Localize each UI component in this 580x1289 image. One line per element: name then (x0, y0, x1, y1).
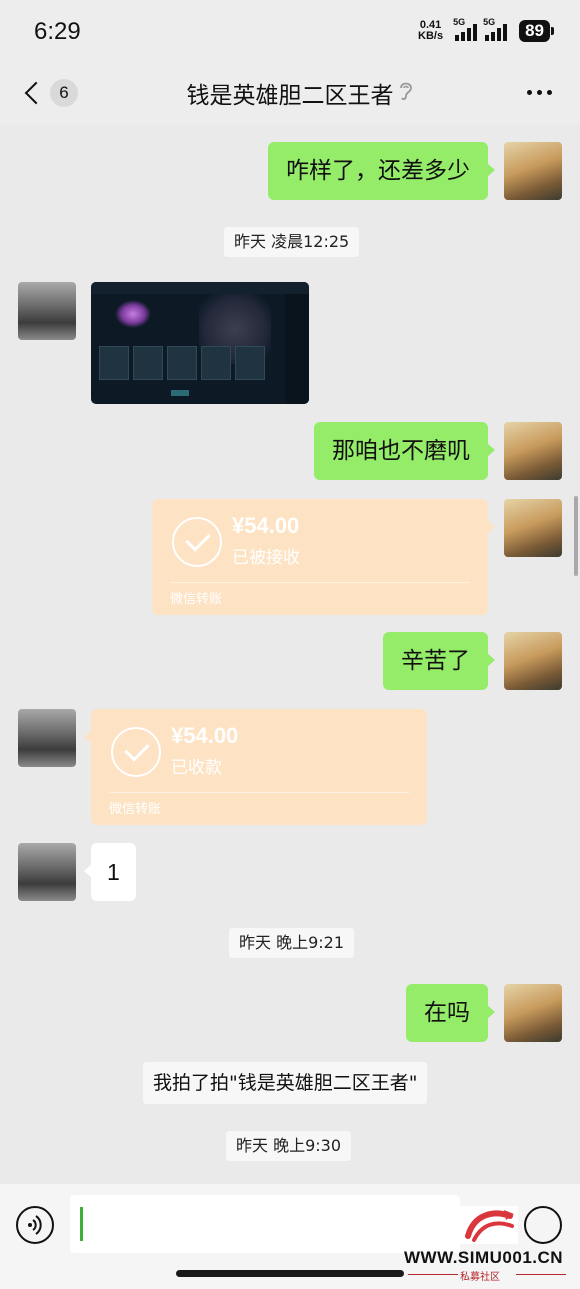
contact-avatar[interactable] (18, 843, 76, 901)
nav-bar: 6 钱是英雄胆二区王者 (0, 62, 580, 124)
system-message: 我拍了拍"钱是英雄胆二区王者" (143, 1062, 428, 1104)
more-options-button[interactable] (527, 90, 552, 95)
network-speed: 0.41 KB/s (418, 19, 444, 42)
transfer-label: 微信转账 (170, 592, 223, 607)
status-indicators: 0.41 KB/s 5G 5G 89 (418, 17, 554, 42)
chat-area[interactable]: 咋样了，还差多少 昨天 凌晨12:25 那咱也不磨叽 ¥54.00 已被接收 微… (0, 124, 580, 1184)
status-bar: 6:29 0.41 KB/s 5G 5G 89 (0, 0, 580, 62)
voice-icon (28, 1215, 42, 1235)
scrollbar[interactable] (574, 496, 578, 576)
transfer-status: 已收款 (171, 758, 222, 778)
check-circle-icon (111, 727, 161, 777)
timestamp: 昨天 凌晨12:25 (224, 227, 360, 257)
image-message[interactable] (91, 282, 309, 404)
voice-input-button[interactable] (16, 1206, 54, 1244)
transfer-card[interactable]: ¥54.00 已收款 微信转账 (84, 709, 427, 825)
transfer-card[interactable]: ¥54.00 已被接收 微信转账 (152, 499, 495, 615)
home-indicator[interactable] (176, 1270, 404, 1277)
watermark-logo (460, 1206, 518, 1244)
my-avatar[interactable] (504, 632, 562, 690)
sent-message[interactable]: 在吗 (406, 984, 495, 1042)
contact-avatar[interactable] (18, 709, 76, 767)
received-message[interactable]: 1 (84, 843, 136, 901)
watermark-site: WWW.SIMU001.CN (404, 1248, 564, 1267)
my-avatar[interactable] (504, 984, 562, 1042)
chat-title: 钱是英雄胆二区王者 (186, 83, 394, 109)
text-cursor (80, 1207, 83, 1241)
contact-avatar[interactable] (18, 282, 76, 340)
rank-emblem-icon (115, 300, 151, 328)
transfer-amount: ¥54.00 (232, 513, 300, 538)
my-avatar[interactable] (504, 422, 562, 480)
message-input[interactable] (70, 1195, 460, 1253)
transfer-status: 已被接收 (232, 548, 300, 568)
battery-icon: 89 (519, 20, 554, 42)
timestamp: 昨天 晚上9:21 (229, 928, 355, 958)
signal-icon: 5G (453, 17, 478, 41)
check-circle-icon (172, 517, 222, 567)
sent-message[interactable]: 那咱也不磨叽 (314, 422, 495, 480)
watermark-label: 私募社区 (460, 1272, 500, 1283)
status-time: 6:29 (34, 18, 81, 45)
transfer-label: 微信转账 (109, 802, 162, 817)
sent-message[interactable]: 辛苦了 (383, 632, 495, 690)
transfer-amount: ¥54.00 (171, 723, 239, 748)
sent-message[interactable]: 咋样了，还差多少 (268, 142, 495, 200)
my-avatar[interactable] (504, 499, 562, 557)
ear-mute-icon (400, 82, 412, 100)
signal-icon-2: 5G (483, 17, 508, 41)
timestamp: 昨天 晚上9:30 (226, 1131, 352, 1161)
watermark: WWW.SIMU001.CN 私募社区 (404, 1206, 576, 1286)
my-avatar[interactable] (504, 142, 562, 200)
